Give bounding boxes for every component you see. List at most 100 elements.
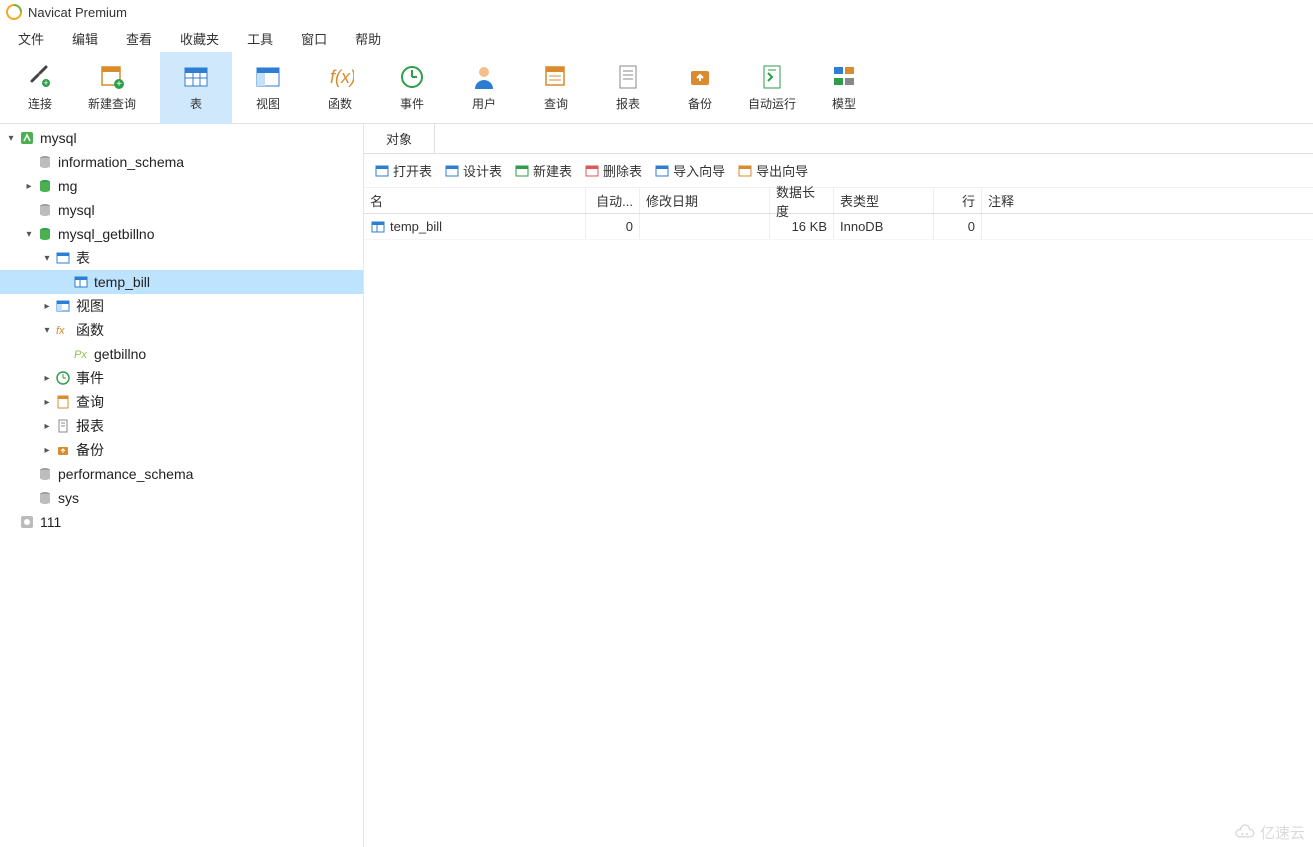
event-icon: [54, 369, 72, 387]
col-header-rows[interactable]: 行: [934, 188, 982, 213]
tree-item-表[interactable]: ▾表: [0, 246, 363, 270]
tree-item-查询[interactable]: ▸查询: [0, 390, 363, 414]
svg-text:+: +: [43, 78, 48, 88]
conn-green-icon: [18, 129, 36, 147]
object-grid[interactable]: 名 自动... 修改日期 数据长度 表类型 行 注释 temp_bill016 …: [364, 188, 1313, 847]
tab-objects[interactable]: 对象: [364, 124, 435, 153]
tool-plug[interactable]: +连接: [4, 52, 76, 124]
col-header-auto[interactable]: 自动...: [586, 188, 640, 213]
tables-icon: [54, 249, 72, 267]
tool-user[interactable]: 用户: [448, 52, 520, 124]
db-icon: [36, 489, 54, 507]
tree-item-事件[interactable]: ▸事件: [0, 366, 363, 390]
user-icon: [470, 63, 498, 91]
tree-item-111[interactable]: 111: [0, 510, 363, 534]
menu-6[interactable]: 帮助: [341, 25, 395, 52]
query-s-icon: [54, 393, 72, 411]
report-icon: [614, 63, 642, 91]
chevron-icon[interactable]: ▾: [4, 133, 18, 144]
backup-icon: [686, 63, 714, 91]
import-wiz-icon: [654, 163, 670, 179]
view-icon: [254, 63, 282, 91]
chevron-icon[interactable]: ▸: [40, 445, 54, 456]
tool-autorun[interactable]: 自动运行: [736, 52, 808, 124]
db-icon: [36, 201, 54, 219]
tool-query[interactable]: 查询: [520, 52, 592, 124]
chevron-icon[interactable]: ▾: [40, 253, 54, 264]
tree-item-mysql[interactable]: mysql: [0, 198, 363, 222]
tree-item-performance_schema[interactable]: performance_schema: [0, 462, 363, 486]
objbtn-import-wiz[interactable]: 导入向导: [650, 159, 729, 182]
model-icon: [830, 63, 858, 91]
tree-item-temp_bill[interactable]: temp_bill: [0, 270, 363, 294]
menu-3[interactable]: 收藏夹: [166, 25, 233, 52]
open-table-icon: [374, 163, 390, 179]
db-green-icon: [36, 225, 54, 243]
export-wiz-icon: [737, 163, 753, 179]
tool-event[interactable]: 事件: [376, 52, 448, 124]
chevron-icon[interactable]: ▸: [40, 373, 54, 384]
delete-table-icon: [584, 163, 600, 179]
tree-item-getbillno[interactable]: Pxgetbillno: [0, 342, 363, 366]
tree-item-mg[interactable]: ▸mg: [0, 174, 363, 198]
backup-s-icon: [54, 441, 72, 459]
tree-item-视图[interactable]: ▸视图: [0, 294, 363, 318]
tree-item-备份[interactable]: ▸备份: [0, 438, 363, 462]
function-icon: f(x): [326, 63, 354, 91]
tree-item-报表[interactable]: ▸报表: [0, 414, 363, 438]
table-row[interactable]: temp_bill016 KBInnoDB0: [364, 214, 1313, 240]
tool-table[interactable]: 表: [160, 52, 232, 124]
menu-1[interactable]: 编辑: [58, 25, 112, 52]
chevron-icon[interactable]: ▾: [40, 325, 54, 336]
tool-model[interactable]: 模型: [808, 52, 880, 124]
design-table-icon: [444, 163, 460, 179]
svg-text:+: +: [116, 79, 122, 90]
col-header-size[interactable]: 数据长度: [770, 188, 834, 213]
tree-item-函数[interactable]: ▾fx函数: [0, 318, 363, 342]
report-s-icon: [54, 417, 72, 435]
tool-report[interactable]: 报表: [592, 52, 664, 124]
objbtn-open-table[interactable]: 打开表: [370, 159, 436, 182]
menu-5[interactable]: 窗口: [287, 25, 341, 52]
tree-item-sys[interactable]: sys: [0, 486, 363, 510]
tool-view[interactable]: 视图: [232, 52, 304, 124]
objbtn-delete-table[interactable]: 删除表: [580, 159, 646, 182]
db-green-icon: [36, 177, 54, 195]
object-toolbar: 打开表设计表新建表删除表导入向导导出向导: [364, 154, 1313, 188]
tool-function[interactable]: f(x)函数: [304, 52, 376, 124]
menu-2[interactable]: 查看: [112, 25, 166, 52]
svg-text:f(x): f(x): [330, 67, 354, 87]
fx-icon: fx: [54, 321, 72, 339]
objbtn-new-table[interactable]: 新建表: [510, 159, 576, 182]
col-header-name[interactable]: 名: [364, 188, 586, 213]
grid-header: 名 自动... 修改日期 数据长度 表类型 行 注释: [364, 188, 1313, 214]
app-title: Navicat Premium: [28, 5, 127, 20]
views-icon: [54, 297, 72, 315]
col-header-mod[interactable]: 修改日期: [640, 188, 770, 213]
tree-item-mysql_getbillno[interactable]: ▾mysql_getbillno: [0, 222, 363, 246]
chevron-icon[interactable]: ▸: [22, 181, 36, 192]
chevron-icon[interactable]: ▸: [40, 397, 54, 408]
chevron-icon[interactable]: ▾: [22, 229, 36, 240]
table-icon: [182, 63, 210, 91]
chevron-icon[interactable]: ▸: [40, 301, 54, 312]
main-panel: 对象 打开表设计表新建表删除表导入向导导出向导 名 自动... 修改日期 数据长…: [364, 124, 1313, 847]
event-icon: [398, 63, 426, 91]
main-toolbar: +连接+新建查询表视图f(x)函数事件用户查询报表备份自动运行模型: [0, 52, 1313, 124]
tree-item-information_schema[interactable]: information_schema: [0, 150, 363, 174]
objbtn-design-table[interactable]: 设计表: [440, 159, 506, 182]
table-icon: [72, 273, 90, 291]
col-header-type[interactable]: 表类型: [834, 188, 934, 213]
objbtn-export-wiz[interactable]: 导出向导: [733, 159, 812, 182]
tool-new-query[interactable]: +新建查询: [76, 52, 148, 124]
tool-backup[interactable]: 备份: [664, 52, 736, 124]
cloud-icon: [1234, 824, 1256, 842]
chevron-icon[interactable]: ▸: [40, 421, 54, 432]
tree-item-mysql[interactable]: ▾mysql: [0, 126, 363, 150]
col-header-comment[interactable]: 注释: [982, 188, 1313, 213]
menu-4[interactable]: 工具: [233, 25, 287, 52]
menu-0[interactable]: 文件: [4, 25, 58, 52]
connection-tree[interactable]: ▾mysqlinformation_schema▸mgmysql▾mysql_g…: [0, 124, 364, 847]
new-table-icon: [514, 163, 530, 179]
svg-text:Px: Px: [74, 349, 87, 361]
